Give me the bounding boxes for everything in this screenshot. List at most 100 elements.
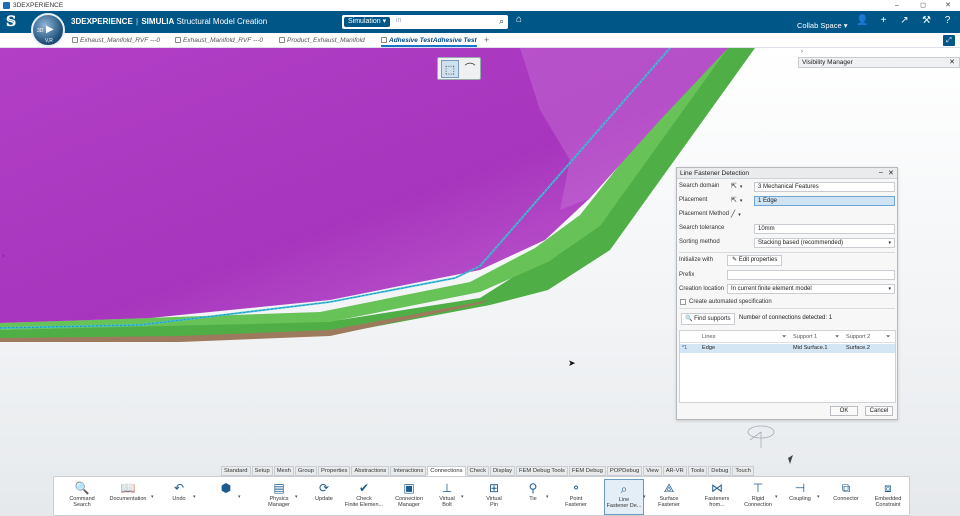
- tie-label: Tie: [529, 496, 537, 502]
- axis-triad-icon[interactable]: [746, 420, 796, 466]
- tab-properties[interactable]: Properties: [318, 466, 351, 476]
- tab-fem-debug[interactable]: FEM Debug: [568, 466, 606, 476]
- tie-button[interactable]: ⚲ Tie: [519, 479, 547, 515]
- tools-icon[interactable]: ⚒: [920, 15, 933, 28]
- col-support-1[interactable]: Support 1: [793, 334, 817, 340]
- trap-select-icon[interactable]: ⌒: [461, 60, 479, 78]
- share-icon[interactable]: ↗: [898, 15, 911, 28]
- creation-location-select[interactable]: In current finite element model ▾: [727, 284, 895, 294]
- coupling-button[interactable]: ⊣ Coupling: [782, 479, 818, 515]
- search-field[interactable]: Simulation ▾ in ⌕: [342, 15, 508, 29]
- search-input[interactable]: in: [396, 17, 401, 24]
- tab-tools[interactable]: Tools: [687, 466, 708, 476]
- tab-exhaust-manifold-1[interactable]: Exhaust_Manifold_RVF ---0: [72, 35, 160, 47]
- add-icon[interactable]: +: [877, 15, 890, 28]
- tab-check[interactable]: Check: [466, 466, 489, 476]
- point-fastener-button[interactable]: ⚬ Point Fastener: [559, 479, 593, 515]
- expand-tree-icon[interactable]: ›: [2, 251, 5, 260]
- tab-standard[interactable]: Standard: [221, 466, 251, 476]
- collapse-arrow-icon[interactable]: ›: [801, 49, 803, 55]
- simulation-icon: [381, 37, 387, 43]
- object-button[interactable]: ⬢: [213, 479, 239, 515]
- close-window-button[interactable]: ✕: [936, 0, 960, 11]
- placement-picker[interactable]: ⇱ ▾: [731, 196, 751, 206]
- search-scope-dropdown[interactable]: Simulation ▾: [344, 17, 391, 27]
- ok-button[interactable]: OK: [830, 406, 858, 416]
- edit-properties-button[interactable]: ✎ Edit properties: [727, 255, 783, 266]
- search-domain-picker[interactable]: ⇱ ▾: [731, 182, 751, 192]
- user-icon[interactable]: 👤: [856, 15, 869, 28]
- tab-mesh[interactable]: Mesh: [273, 466, 294, 476]
- filter-icon[interactable]: ⏷: [782, 334, 786, 341]
- create-automated-checkbox[interactable]: [680, 299, 686, 305]
- rigid-connection-button[interactable]: ⊤ Rigid Connection: [740, 479, 776, 515]
- virtual-pin-button[interactable]: ⊞ Virtual Pin: [479, 479, 509, 515]
- chevron-down-icon[interactable]: ▾: [461, 494, 464, 500]
- command-search-button[interactable]: 🔍 Command Search: [62, 479, 102, 515]
- physics-manager-button[interactable]: ▤ Physics Manager: [262, 479, 296, 515]
- table-row[interactable]: *1 Edge Mid Surface.1 Surface.2: [680, 344, 895, 353]
- search-domain-field[interactable]: 3 Mechanical Features: [754, 182, 895, 192]
- tab-exhaust-manifold-2[interactable]: Exhaust_Manifold_RVF ---0: [175, 35, 263, 47]
- prefix-field[interactable]: [727, 270, 895, 280]
- tab-setup[interactable]: Setup: [251, 466, 273, 476]
- find-supports-button[interactable]: 🔍 Find supports: [681, 313, 735, 325]
- search-icon[interactable]: ⌕: [499, 16, 504, 27]
- expand-icon[interactable]: ⤢: [943, 35, 955, 46]
- maximize-button[interactable]: ◻: [911, 0, 935, 11]
- filter-icon[interactable]: ⏷: [886, 334, 890, 341]
- tag-icon[interactable]: ⌂: [516, 14, 522, 25]
- tab-display[interactable]: Display: [489, 466, 515, 476]
- tab-product-exhaust-manifold[interactable]: Product_Exhaust_Manifold: [279, 35, 365, 47]
- chevron-down-icon[interactable]: ▾: [817, 494, 820, 500]
- tab-view[interactable]: View: [643, 466, 662, 476]
- minimize-button[interactable]: –: [885, 0, 909, 11]
- tab-fem-debug-tools[interactable]: FEM Debug Tools: [515, 466, 568, 476]
- chevron-down-icon[interactable]: ▾: [238, 494, 241, 500]
- collab-space-dropdown[interactable]: Collab Space ▾: [797, 21, 847, 30]
- line-fastener-de-button[interactable]: ⌕ Line Fastener De...: [604, 479, 644, 515]
- connector-button[interactable]: ⧉ Connector: [829, 479, 863, 515]
- dialog-minimize-icon[interactable]: –: [879, 168, 883, 178]
- tab-ar-vr[interactable]: AR-VR: [662, 466, 687, 476]
- col-lines[interactable]: Lines: [702, 334, 715, 340]
- chevron-down-icon[interactable]: ▾: [193, 494, 196, 500]
- tab-touch[interactable]: Touch: [732, 466, 754, 476]
- tab-popdebug[interactable]: POPDebug: [606, 466, 643, 476]
- chevron-down-icon[interactable]: ▾: [295, 494, 298, 500]
- dialog-close-icon[interactable]: ✕: [888, 168, 894, 179]
- connection-manager-button[interactable]: ▣ Connection Manager: [392, 479, 426, 515]
- fasteners-from-button[interactable]: ⋈ Fasteners from...: [700, 479, 734, 515]
- help-icon[interactable]: ?: [941, 15, 954, 28]
- surface-fastener-button[interactable]: ⟁ Surface Fastener: [652, 479, 686, 515]
- tab-adhesive-test[interactable]: Adhesive TestAdhesive Test: [381, 35, 477, 47]
- chevron-down-icon[interactable]: ▾: [643, 494, 646, 500]
- tab-connections[interactable]: Connections: [427, 466, 466, 476]
- col-support-2[interactable]: Support 2: [846, 334, 870, 340]
- sorting-method-select[interactable]: Stacking based (recommended) ▾: [754, 238, 895, 248]
- select-icon[interactable]: ⬚: [441, 60, 459, 78]
- chevron-down-icon[interactable]: ▾: [775, 494, 778, 500]
- chevron-down-icon[interactable]: ▾: [151, 494, 154, 500]
- chevron-down-icon[interactable]: ▾: [546, 494, 549, 500]
- compass-play-icon[interactable]: ▶: [46, 24, 54, 35]
- check-finite-elemen-button[interactable]: ✔ Check Finite Elemen...: [342, 479, 386, 515]
- tab-debug[interactable]: Debug: [708, 466, 732, 476]
- cancel-button[interactable]: Cancel: [865, 406, 893, 416]
- new-tab-button[interactable]: +: [484, 35, 489, 45]
- close-icon[interactable]: ✕: [949, 58, 955, 68]
- filter-icon[interactable]: ⏷: [835, 334, 839, 341]
- compass-widget[interactable]: 3D ▶ V,R: [31, 13, 65, 47]
- embedded-constraint-button[interactable]: ⧈ Embedded Constraint: [869, 479, 907, 515]
- tab-interactions[interactable]: Interactions: [390, 466, 427, 476]
- virtual-bolt-button[interactable]: ⊥ Virtual Bolt: [432, 479, 462, 515]
- placement-method-picker[interactable]: ╱ ▾: [731, 210, 751, 220]
- tab-group[interactable]: Group: [294, 466, 317, 476]
- dassault-logo-icon[interactable]: 𝕊: [6, 14, 16, 30]
- tab-abstractions[interactable]: Abstractions: [351, 466, 390, 476]
- placement-field[interactable]: 1 Edge: [754, 196, 895, 206]
- search-tolerance-field[interactable]: 10mm: [754, 224, 895, 234]
- update-button[interactable]: ⟳ Update: [309, 479, 339, 515]
- documentation-button[interactable]: 📖 Documentation: [104, 479, 152, 515]
- undo-button[interactable]: ↶ Undo: [164, 479, 194, 515]
